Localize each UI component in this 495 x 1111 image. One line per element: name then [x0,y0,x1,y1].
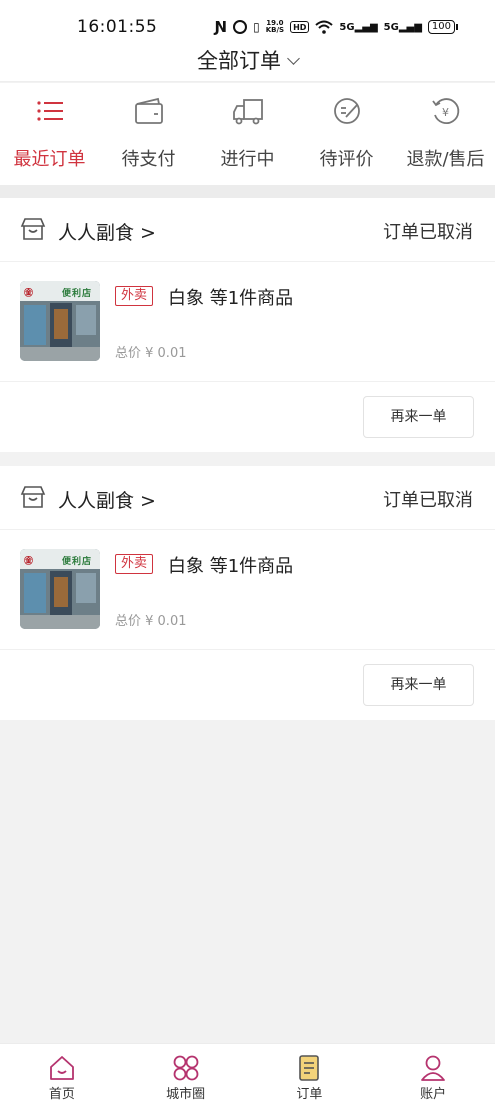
order-card-body: ㊎ 便利店 外卖 白象 等1件商品 总价 ¥ 0.01 [0,530,495,650]
order-total-price: 总价 ¥ 0.01 [115,346,187,361]
divider [0,185,495,198]
signal-icon-1: 5G ▂▄▆ [339,21,378,33]
city-circle-icon [173,1055,199,1081]
nfc-icon: Ɲ [214,18,228,36]
status-bar: 16:01:55 Ɲ ▯ 19.0 KB/S HD 5G ▂▄▆ 5G ▂▄▆ 10… [0,0,495,40]
wifi-icon [315,20,334,34]
status-icons: Ɲ ▯ 19.0 KB/S HD 5G ▂▄▆ 5G ▂▄▆ 100 [214,18,459,36]
nav-account[interactable]: 账户 [371,1044,495,1111]
reorder-button[interactable]: 再来一单 [363,664,474,706]
hd-icon: HD [290,21,310,33]
vibrate-icon: ▯ [253,20,260,34]
battery-icon: 100 [427,20,459,34]
svg-text:¥: ¥ [442,106,449,119]
status-time: 16:01:55 [77,17,158,37]
order-status: 订单已取消 [383,222,473,243]
order-icon [299,1055,320,1081]
store-icon [20,486,46,508]
order-card-footer: 再来一单 [0,382,495,452]
signal-icon-2: 5G ▂▄▆ [383,21,422,33]
alarm-icon [233,20,248,34]
shop-name-link[interactable]: 人人副食 > [58,486,156,513]
order-card-header: 人人副食 > 订单已取消 [0,466,495,530]
tab-label: 最近订单 [13,149,86,170]
goods-summary: 白象 等1件商品 [168,556,294,577]
nav-label: 城市圈 [166,1087,206,1102]
truck-icon [232,99,263,125]
tab-label: 待支付 [121,149,176,170]
account-icon [421,1055,446,1081]
bottom-nav: 首页 城市圈 订单 账户 [0,1043,495,1111]
delivery-type-badge: 外卖 [115,554,154,574]
refund-icon: ¥ [431,98,459,124]
order-tabs: 最近订单 待支付 进行中 待评价 ¥ 退款/售后 [0,83,495,185]
order-card-body: ㊎ 便利店 外卖 白象 等1件商品 总价 ¥ 0.01 [0,262,495,382]
goods-summary: 白象 等1件商品 [168,288,294,309]
tab-pending-payment[interactable]: 待支付 [99,83,198,185]
nav-label: 首页 [48,1087,75,1102]
header: 全部订单 [0,40,495,82]
tab-pending-review[interactable]: 待评价 [297,83,396,185]
page-title: 全部订单 [197,49,281,73]
tab-refund[interactable]: ¥ 退款/售后 [396,83,495,185]
tab-recent-orders[interactable]: 最近订单 [0,83,99,185]
nav-home[interactable]: 首页 [0,1044,124,1111]
nav-orders[interactable]: 订单 [248,1044,372,1111]
order-total-price: 总价 ¥ 0.01 [115,614,187,629]
chevron-down-icon [287,52,300,65]
order-card[interactable]: 人人副食 > 订单已取消 ㊎ 便利店 外卖 白象 等1件商品 总价 ¥ 0.01… [0,198,495,452]
order-filter-dropdown[interactable]: 全部订单 [0,45,495,75]
review-icon [333,98,360,124]
delivery-type-badge: 外卖 [115,286,154,306]
tab-label: 待评价 [319,149,374,170]
nav-label: 订单 [296,1087,323,1102]
reorder-button[interactable]: 再来一单 [363,396,474,438]
home-icon [49,1056,74,1080]
store-icon [20,218,46,240]
order-card[interactable]: 人人副食 > 订单已取消 ㊎ 便利店 外卖 白象 等1件商品 总价 ¥ 0.01… [0,466,495,720]
wallet-icon [134,97,163,124]
tab-in-progress[interactable]: 进行中 [198,83,297,185]
nav-label: 账户 [420,1087,447,1102]
order-card-footer: 再来一单 [0,650,495,720]
tab-label: 进行中 [220,149,275,170]
product-thumbnail: ㊎ 便利店 [20,281,100,361]
order-card-header: 人人副食 > 订单已取消 [0,198,495,262]
shop-name-link[interactable]: 人人副食 > [58,218,156,245]
network-speed: 19.0 KB/S [265,19,285,34]
nav-city-circle[interactable]: 城市圈 [124,1044,248,1111]
product-thumbnail: ㊎ 便利店 [20,549,100,629]
order-status: 订单已取消 [383,490,473,511]
list-icon [36,101,63,121]
tab-label: 退款/售后 [406,149,485,170]
